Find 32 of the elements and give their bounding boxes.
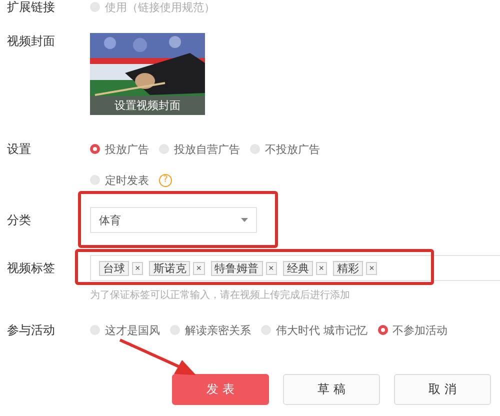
radio-option[interactable]: 解读亲密关系 bbox=[170, 322, 251, 338]
field-label: 参与活动 bbox=[7, 322, 56, 338]
field-label: 视频封面 bbox=[7, 33, 56, 50]
radio-option[interactable]: 投放自营广告 bbox=[159, 142, 240, 156]
remove-tag-button[interactable]: × bbox=[193, 262, 205, 274]
set-cover-button[interactable]: 设置视频封面 bbox=[90, 96, 205, 115]
field-label: 扩展链接 bbox=[7, 0, 56, 16]
tag-label: 台球 bbox=[99, 260, 129, 276]
remove-tag-button[interactable]: × bbox=[366, 262, 378, 274]
remove-tag-button[interactable]: × bbox=[316, 262, 328, 274]
remove-tag-button[interactable]: × bbox=[266, 262, 277, 274]
caret-icon bbox=[241, 218, 248, 222]
checkbox-option[interactable]: 定时发表 bbox=[90, 172, 149, 188]
field-label: 分类 bbox=[7, 212, 32, 228]
tag-label: 斯诺克 bbox=[149, 260, 190, 276]
radio-option[interactable]: 伟大时代 城市记忆 bbox=[261, 322, 368, 338]
tag-label: 精彩 bbox=[333, 260, 364, 276]
field-label: 视频标签 bbox=[7, 260, 56, 276]
radio-option[interactable]: 这才是国风 bbox=[90, 322, 160, 338]
secondary-button[interactable]: 取 消 bbox=[394, 374, 491, 405]
secondary-button[interactable]: 草 稿 bbox=[283, 374, 380, 405]
publish-button[interactable]: 发 表 bbox=[172, 374, 269, 405]
category-select[interactable]: 体育 bbox=[90, 207, 257, 233]
tag-label: 经典 bbox=[282, 260, 313, 276]
tag-label: 特鲁姆普 bbox=[210, 260, 263, 276]
hint-text: 为了保证标签可以正常输入，请在视频上传完成后进行添加 bbox=[90, 288, 350, 302]
radio-option[interactable]: 不投放广告 bbox=[250, 142, 320, 156]
field-label: 设置 bbox=[7, 140, 32, 158]
radio-option[interactable]: 不参加活动 bbox=[378, 322, 448, 338]
remove-tag-button[interactable]: × bbox=[132, 262, 144, 274]
radio-option[interactable]: 投放广告 bbox=[90, 142, 149, 156]
tags-field[interactable]: 台球 × 斯诺克 × 特鲁姆普 × 经典 × 精彩 × bbox=[90, 255, 500, 281]
